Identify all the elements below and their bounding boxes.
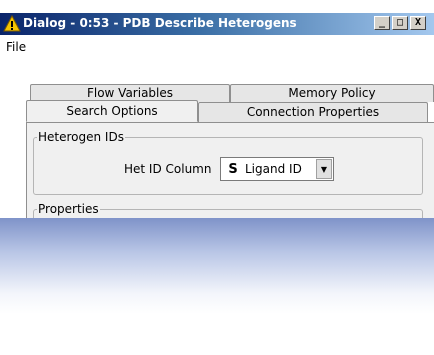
maximize-button[interactable]: □ xyxy=(392,16,408,30)
warning-icon xyxy=(3,15,21,32)
dialog-window: Dialog - 0:53 - PDB Describe Heterogens … xyxy=(0,0,434,355)
tab-flow-variables-label: Flow Variables xyxy=(86,86,174,100)
window-title: Dialog - 0:53 - PDB Describe Heterogens xyxy=(23,16,297,30)
tab-search-options[interactable]: Search Options xyxy=(26,100,198,122)
title-bar[interactable]: Dialog - 0:53 - PDB Describe Heterogens … xyxy=(0,13,434,35)
het-id-column-select[interactable]: S Ligand ID ▼ xyxy=(220,157,334,181)
tab-connection-properties[interactable]: Connection Properties xyxy=(198,102,428,122)
heterogen-ids-group: Heterogen IDs Het ID Column S Ligand ID … xyxy=(33,130,423,195)
properties-title: Properties xyxy=(37,202,100,216)
fade-overlay xyxy=(0,218,434,355)
het-id-column-label: Het ID Column xyxy=(124,162,212,176)
heterogen-ids-title: Heterogen IDs xyxy=(37,130,125,144)
string-type-icon: S xyxy=(228,161,238,177)
chevron-down-icon[interactable]: ▼ xyxy=(316,159,332,179)
menu-file[interactable]: File xyxy=(6,40,26,54)
menu-bar: File xyxy=(0,35,434,57)
window-controls: _ □ X xyxy=(374,16,426,30)
het-id-column-value: Ligand ID xyxy=(245,162,302,176)
close-button[interactable]: X xyxy=(410,16,426,30)
tab-memory-policy-label: Memory Policy xyxy=(288,86,376,100)
minimize-button[interactable]: _ xyxy=(374,16,390,30)
tab-memory-policy[interactable]: Memory Policy xyxy=(230,84,434,102)
tab-search-options-label: Search Options xyxy=(66,104,158,118)
tab-connection-properties-label: Connection Properties xyxy=(246,105,380,119)
